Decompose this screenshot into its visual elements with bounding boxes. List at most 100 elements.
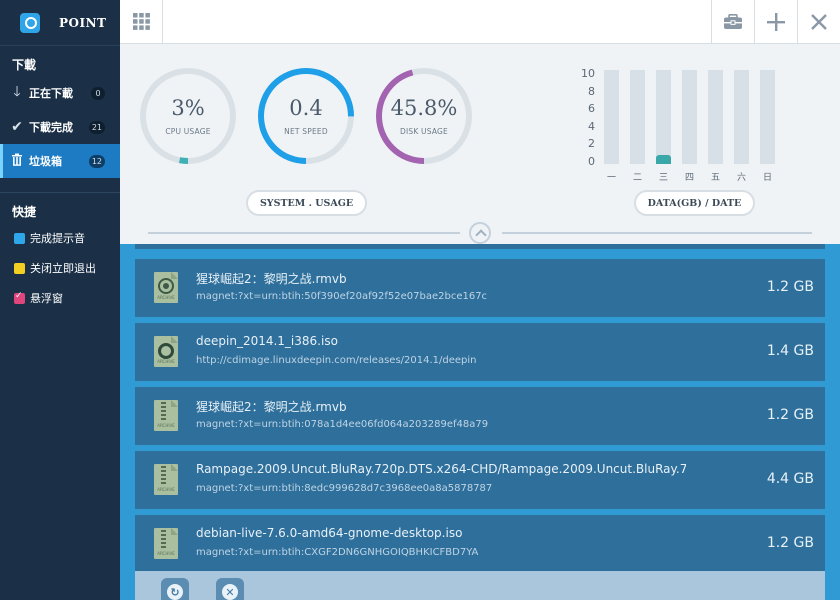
file-name: Rampage.2009.Uncut.BluRay.720p.DTS.x264-… — [196, 462, 686, 476]
file-size: 4.4 GB — [766, 471, 814, 487]
archive-icon: ARCHIVE — [154, 528, 178, 559]
top-toolbar — [120, 0, 840, 44]
restore-button[interactable]: ↻ — [161, 578, 189, 600]
toggle-label: 完成提示音 — [30, 232, 85, 245]
net-speed-value: 0.4 — [289, 96, 323, 120]
file-size: 1.2 GB — [766, 279, 814, 295]
y-tick-label: 10 — [581, 67, 595, 80]
x-tick-label: 三 — [658, 173, 668, 183]
archive-icon: ARCHIVE — [154, 400, 178, 431]
file-size: 1.4 GB — [766, 343, 814, 359]
net-speed-label: NET SPEED — [284, 127, 328, 136]
file-name: debian-live-7.6.0-amd64-gnome-desktop.is… — [196, 526, 463, 540]
file-name: deepin_2014.1_i386.iso — [196, 334, 338, 348]
bar-track — [656, 70, 671, 164]
collapse-divider — [148, 232, 460, 234]
file-url: magnet:?xt=urn:btih:50f390ef20af92f52e07… — [196, 291, 488, 302]
net-speed-gauge: 0.4 NET SPEED — [256, 66, 356, 166]
count-badge: 21 — [88, 121, 105, 134]
search-area[interactable] — [163, 0, 711, 43]
bar-track — [734, 70, 749, 164]
y-tick-label: 8 — [588, 84, 595, 98]
list-item[interactable]: ARCHIVE deepin_2014.1_i386.iso http://cd… — [135, 323, 825, 381]
bar-track — [760, 70, 775, 164]
x-tick-label: 日 — [762, 173, 772, 183]
cpu-usage-label: CPU USAGE — [165, 127, 211, 136]
file-url: magnet:?xt=urn:btih:078a1d4ee06fd064a203… — [196, 419, 489, 430]
close-window-button[interactable] — [797, 0, 840, 43]
checkbox-checked-icon[interactable] — [14, 291, 25, 304]
y-tick-label: 4 — [588, 119, 595, 133]
arrow-down-icon: 🡓 — [13, 84, 21, 100]
download-list: ARCHIVE 猩球崛起2：黎明之战.rmvb magnet:?xt=urn:b… — [120, 244, 840, 600]
sidebar-item-completed[interactable]: ✔ 下載完成 21 — [0, 110, 120, 144]
sidebar-item-trash[interactable]: 垃圾箱 12 — [0, 144, 120, 178]
action-bar: ↻ ✕ — [135, 571, 825, 600]
file-name: 猩球崛起2：黎明之战.rmvb — [196, 400, 347, 414]
checkmark-icon: ✔ — [11, 119, 23, 135]
bar-track — [682, 70, 697, 164]
toggle-floating-window[interactable]: 悬浮窗 — [0, 283, 120, 313]
system-usage-button[interactable]: SYSTEM . USAGE — [246, 190, 367, 216]
toolbox-button[interactable] — [711, 0, 754, 43]
checkbox-icon[interactable] — [14, 232, 25, 244]
x-tick-label: 六 — [736, 173, 746, 183]
film-reel-icon: ARCHIVE — [154, 272, 178, 303]
x-tick-label: 二 — [632, 173, 642, 183]
toggle-exit-on-close[interactable]: 关闭立即退出 — [0, 253, 120, 283]
toggle-label: 关闭立即退出 — [30, 262, 96, 275]
y-tick-label: 6 — [588, 102, 595, 116]
point-logo-icon — [20, 12, 40, 33]
list-item[interactable]: ARCHIVE debian-live-7.6.0-amd64-gnome-de… — [135, 515, 825, 573]
count-badge: 0 — [91, 87, 105, 100]
trash-icon — [10, 153, 24, 170]
refresh-icon: ↻ — [167, 584, 183, 600]
file-url: magnet:?xt=urn:btih:8edc999628d7c3968ee0… — [196, 483, 493, 494]
cpu-usage-gauge: 3% CPU USAGE — [138, 66, 238, 166]
toggle-label: 悬浮窗 — [30, 292, 63, 305]
checkbox-icon[interactable] — [14, 262, 25, 274]
file-url: magnet:?xt=urn:btih:CXGF2DN6GNHGOIQBHKIC… — [196, 547, 479, 558]
x-tick-label: 四 — [684, 173, 694, 183]
file-url: http://cdimage.linuxdeepin.com/releases/… — [196, 355, 477, 366]
data-date-button[interactable]: DATA(GB) / DATE — [634, 190, 755, 216]
sidebar-item-label: 下載完成 — [29, 121, 73, 134]
close-icon — [811, 13, 827, 30]
usage-dashboard: 3% CPU USAGE 0.4 NET SPEED 45.8% DISK US… — [120, 44, 840, 244]
list-item[interactable]: ARCHIVE Rampage.2009.Uncut.BluRay.720p.D… — [135, 451, 825, 509]
count-badge: 12 — [88, 155, 105, 168]
data-bar — [656, 155, 671, 164]
quick-section-title: 快捷 — [12, 205, 37, 219]
sidebar-item-label: 正在下載 — [29, 87, 73, 100]
grid-icon — [132, 13, 150, 30]
list-item-partial — [135, 244, 825, 249]
disk-usage-gauge: 45.8% DISK USAGE — [374, 66, 474, 166]
grid-menu-button[interactable] — [120, 0, 163, 43]
collapse-divider — [502, 232, 812, 234]
delete-icon: ✕ — [222, 584, 238, 600]
disk-usage-value: 45.8% — [390, 96, 458, 120]
delete-button[interactable]: ✕ — [216, 578, 244, 600]
toolbox-icon — [724, 13, 742, 29]
bar-track — [630, 70, 645, 164]
toggle-completion-sound[interactable]: 完成提示音 — [0, 223, 120, 253]
chevron-up-icon[interactable] — [469, 222, 491, 244]
app-name: POINT — [59, 15, 107, 30]
list-item[interactable]: ARCHIVE 猩球崛起2：黎明之战.rmvb magnet:?xt=urn:b… — [135, 387, 825, 445]
file-size: 1.2 GB — [766, 407, 814, 423]
x-tick-label: 一 — [606, 173, 616, 183]
disk-usage-label: DISK USAGE — [400, 127, 448, 136]
downloads-section-title: 下載 — [12, 58, 37, 72]
disc-icon: ARCHIVE — [154, 336, 178, 367]
file-name: 猩球崛起2：黎明之战.rmvb — [196, 272, 347, 286]
x-tick-label: 五 — [710, 173, 720, 183]
y-tick-label: 2 — [588, 137, 595, 151]
daily-data-chart: 10 8 6 4 2 0 一 二 三 四 五 六 日 — [575, 66, 785, 191]
plus-icon — [767, 12, 785, 31]
sidebar-item-downloading[interactable]: 🡓 正在下載 0 — [0, 76, 120, 110]
add-task-button[interactable] — [754, 0, 797, 43]
archive-icon: ARCHIVE — [154, 464, 178, 495]
list-item[interactable]: ARCHIVE 猩球崛起2：黎明之战.rmvb magnet:?xt=urn:b… — [135, 259, 825, 317]
sidebar-item-label: 垃圾箱 — [29, 155, 62, 168]
y-tick-label: 0 — [588, 155, 595, 168]
